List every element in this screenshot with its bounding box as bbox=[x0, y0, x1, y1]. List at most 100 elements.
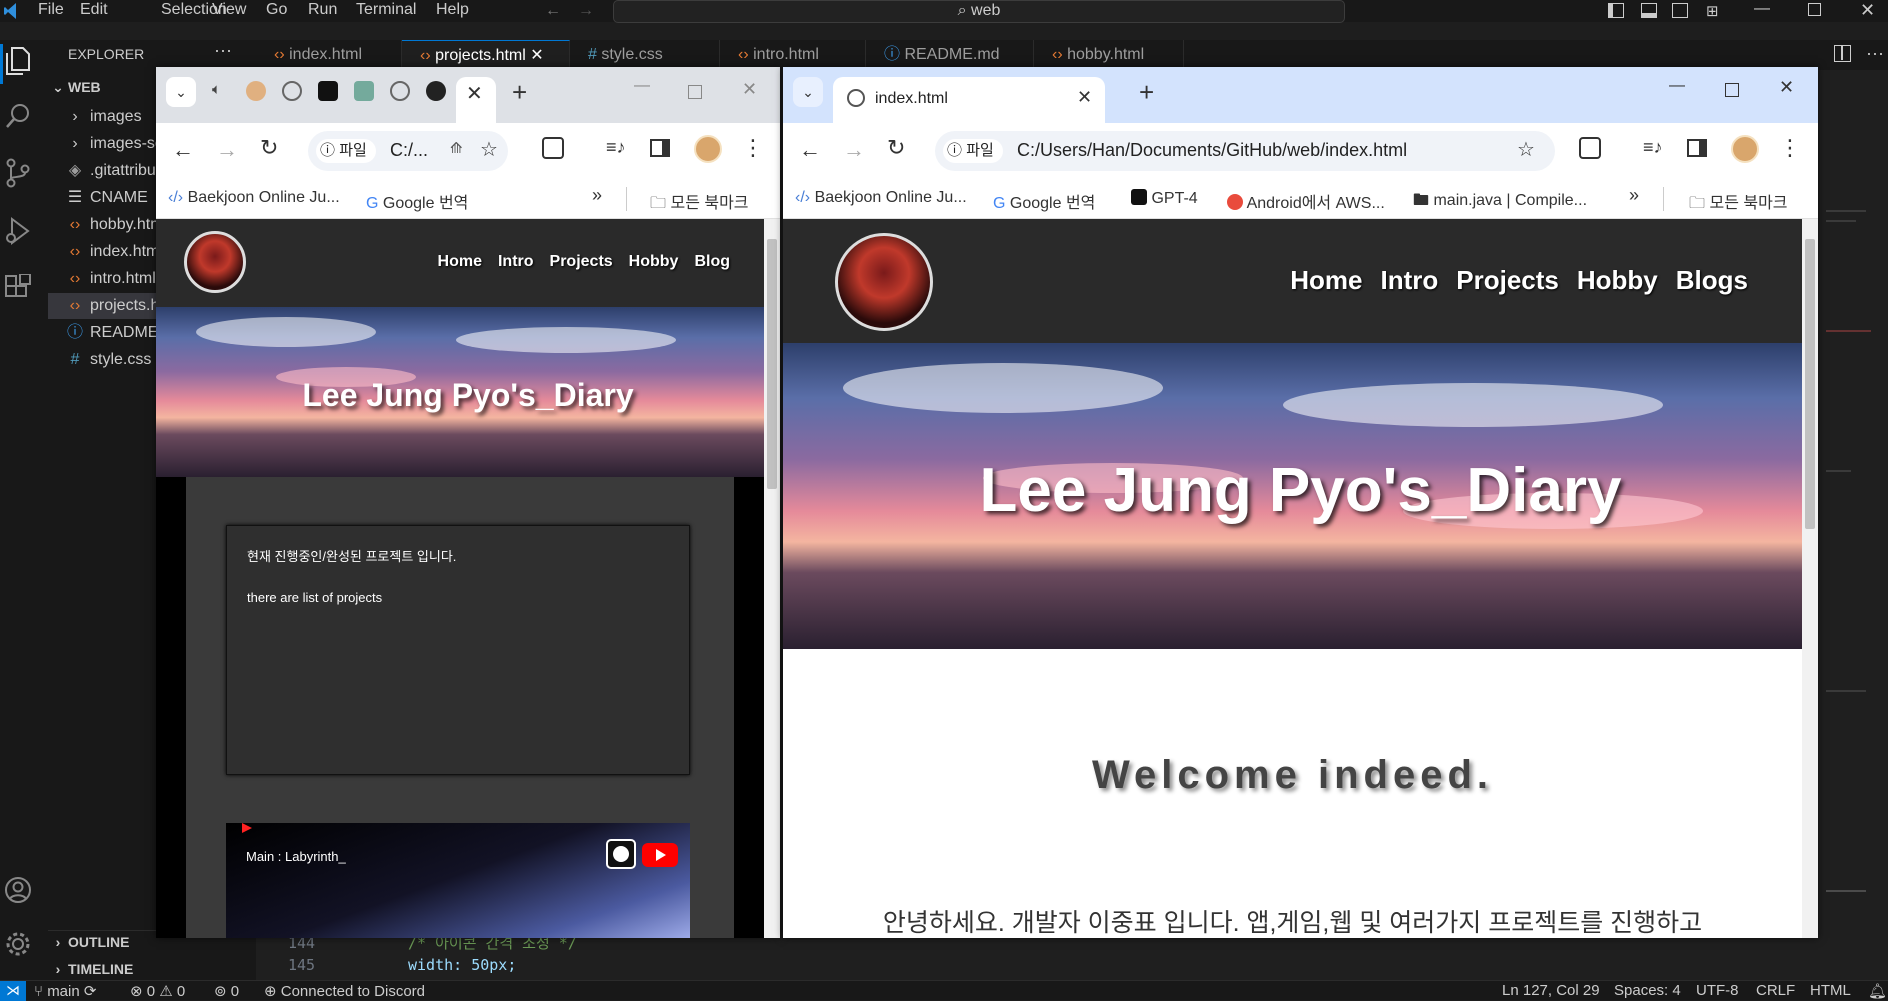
explorer-icon[interactable] bbox=[4, 46, 32, 76]
pinned-tab-globe-icon[interactable] bbox=[282, 81, 302, 101]
right-active-tab[interactable]: index.html ✕ bbox=[833, 77, 1105, 123]
project-card-labyrinth[interactable]: Main : Labyrinth_ bbox=[226, 823, 690, 938]
right-address-text[interactable]: C:/Users/Han/Documents/GitHub/web/index.… bbox=[1017, 140, 1407, 161]
toggle-secondary-sidebar-icon[interactable] bbox=[1672, 3, 1688, 18]
bookmark-baekjoon[interactable]: ‹/› Baekjoon Online Ju... bbox=[168, 189, 340, 207]
window-maximize-icon[interactable] bbox=[1725, 83, 1739, 97]
nav-link[interactable]: Hobby bbox=[629, 253, 679, 270]
editor-tab[interactable]: ‹› intro.html bbox=[720, 40, 866, 70]
nav-link[interactable]: Projects bbox=[1456, 265, 1559, 295]
timeline-section[interactable]: › TIMELINE bbox=[48, 961, 134, 977]
more-actions-icon[interactable]: ··· bbox=[214, 40, 232, 61]
menu-help[interactable]: Help bbox=[436, 1, 469, 19]
right-scroll-thumb[interactable] bbox=[1805, 239, 1815, 529]
new-tab-icon[interactable]: + bbox=[512, 77, 527, 108]
site-info-chip[interactable]: ⓘ 파일 bbox=[943, 139, 1003, 163]
new-tab-icon[interactable]: + bbox=[1139, 77, 1154, 108]
bookmarks-overflow-icon[interactable]: » bbox=[592, 185, 602, 206]
side-panel-icon[interactable] bbox=[650, 139, 670, 157]
back-icon[interactable]: ← bbox=[799, 137, 821, 163]
reload-icon[interactable]: ↻ bbox=[887, 135, 905, 161]
nav-link[interactable]: Blog bbox=[694, 253, 730, 270]
reload-icon[interactable]: ↻ bbox=[260, 135, 278, 161]
menu-run[interactable]: Run bbox=[308, 1, 337, 19]
cursor-position[interactable]: Ln 127, Col 29 bbox=[1502, 982, 1600, 999]
site-avatar[interactable] bbox=[835, 233, 933, 331]
notifications-icon[interactable]: 🔔︎ bbox=[1868, 982, 1887, 1000]
split-editor-icon[interactable] bbox=[1834, 45, 1851, 62]
editor-tab[interactable]: ‹› hobby.html bbox=[1034, 40, 1184, 70]
left-address-text[interactable]: C:/... bbox=[390, 140, 428, 161]
side-panel-icon[interactable] bbox=[1687, 139, 1707, 157]
window-minimize-icon[interactable]: — bbox=[634, 77, 650, 95]
editor-tab[interactable]: ‹› index.html bbox=[256, 40, 402, 70]
nav-link[interactable]: Home bbox=[438, 253, 482, 270]
editor-more-icon[interactable]: ··· bbox=[1866, 43, 1884, 64]
pinned-tab-gpt-icon[interactable] bbox=[354, 81, 374, 101]
media-control-icon[interactable]: ≡♪ bbox=[606, 137, 626, 158]
site-avatar[interactable] bbox=[184, 231, 246, 293]
nav-link[interactable]: Home bbox=[1290, 265, 1362, 295]
right-omnibox[interactable]: ⓘ 파일 C:/Users/Han/Documents/GitHub/web/i… bbox=[935, 131, 1555, 171]
restore-icon[interactable] bbox=[1808, 3, 1821, 16]
bookmark-google-translate[interactable]: G Google 번역 bbox=[366, 189, 468, 213]
menu-go[interactable]: Go bbox=[266, 1, 287, 19]
account-icon[interactable] bbox=[4, 876, 32, 904]
ports-indicator[interactable]: ⊚ 0 bbox=[214, 982, 239, 1000]
bookmark-android-aws[interactable]: Android에서 AWS... bbox=[1227, 189, 1385, 213]
all-bookmarks[interactable]: 🗀︎ 모든 북마크 bbox=[1689, 189, 1788, 219]
source-control-icon[interactable] bbox=[4, 158, 32, 188]
eol[interactable]: CRLF bbox=[1756, 982, 1795, 999]
tab-close-icon[interactable]: ✕ bbox=[466, 81, 483, 106]
menu-file[interactable]: File bbox=[38, 1, 64, 19]
left-scrollbar[interactable] bbox=[764, 219, 780, 938]
site-info-chip[interactable]: ⓘ 파일 bbox=[316, 139, 376, 163]
active-tab[interactable]: ✕ bbox=[456, 77, 496, 123]
media-control-icon[interactable]: ≡♪ bbox=[1643, 137, 1663, 158]
language-mode[interactable]: HTML bbox=[1810, 982, 1851, 999]
youtube-icon[interactable] bbox=[642, 843, 678, 867]
minimap[interactable] bbox=[1816, 130, 1876, 892]
encoding[interactable]: UTF-8 bbox=[1696, 982, 1739, 999]
profile-avatar[interactable] bbox=[694, 135, 722, 163]
bookmark-compiler[interactable]: 🖿︎ main.java | Compile... bbox=[1413, 189, 1587, 216]
bookmark-star-icon[interactable]: ☆ bbox=[480, 137, 498, 162]
chrome-menu-icon[interactable]: ⋮ bbox=[742, 135, 764, 161]
close-icon[interactable]: ✕ bbox=[1860, 0, 1875, 21]
bookmark-star-icon[interactable]: ☆ bbox=[1517, 137, 1535, 162]
menu-view[interactable]: View bbox=[212, 1, 246, 19]
indentation[interactable]: Spaces: 4 bbox=[1614, 982, 1681, 999]
extensions-puzzle-icon[interactable] bbox=[542, 137, 564, 159]
pinned-tab-globe2-icon[interactable] bbox=[390, 81, 410, 101]
tab-search-icon[interactable]: ⌄ bbox=[166, 77, 196, 107]
back-icon[interactable]: ← bbox=[172, 137, 194, 163]
bookmark-gpt4[interactable]: GPT-4 bbox=[1131, 189, 1198, 208]
editor-tab[interactable]: ‹› projects.html ✕ bbox=[402, 40, 570, 70]
extensions-icon[interactable] bbox=[4, 274, 32, 302]
window-close-icon[interactable]: ✕ bbox=[1779, 77, 1794, 98]
pinned-tab-chatgpt-icon[interactable] bbox=[318, 81, 338, 101]
window-close-icon[interactable]: ✕ bbox=[742, 79, 757, 100]
discord-status[interactable]: ⊕ Connected to Discord bbox=[264, 982, 425, 1000]
pinned-tab-avatar-icon[interactable] bbox=[246, 81, 266, 101]
forward-icon[interactable]: → bbox=[843, 137, 865, 163]
toggle-sidebar-icon[interactable] bbox=[1608, 3, 1624, 18]
editor-tab[interactable]: # style.css bbox=[570, 40, 720, 70]
editor-tab[interactable]: ⓘ README.md bbox=[866, 40, 1034, 70]
bookmarks-overflow-icon[interactable]: » bbox=[1629, 185, 1639, 206]
all-bookmarks[interactable]: 🗀︎ 모든 북마크 bbox=[650, 189, 749, 219]
outline-section[interactable]: › OUTLINE bbox=[48, 934, 130, 950]
minimize-icon[interactable]: — bbox=[1754, 0, 1770, 18]
search-activity-icon[interactable] bbox=[4, 102, 32, 130]
nav-link[interactable]: Intro bbox=[1381, 265, 1439, 295]
audio-tab-icon[interactable]: 🔈︎ bbox=[212, 81, 221, 98]
bookmark-baekjoon[interactable]: ‹/› Baekjoon Online Ju... bbox=[795, 189, 967, 207]
tab-search-icon[interactable]: ⌄ bbox=[793, 77, 823, 107]
problems-indicator[interactable]: ⊗ 0 ⚠ 0 bbox=[130, 982, 185, 1000]
translate-icon[interactable]: ⟰ bbox=[450, 139, 463, 157]
left-omnibox[interactable]: ⓘ 파일 C:/... ⟰ ☆ bbox=[308, 131, 508, 171]
left-scroll-thumb[interactable] bbox=[767, 239, 777, 489]
nav-link[interactable]: Intro bbox=[498, 253, 534, 270]
profile-avatar[interactable] bbox=[1731, 135, 1759, 163]
bookmark-google-translate[interactable]: G Google 번역 bbox=[993, 189, 1095, 213]
